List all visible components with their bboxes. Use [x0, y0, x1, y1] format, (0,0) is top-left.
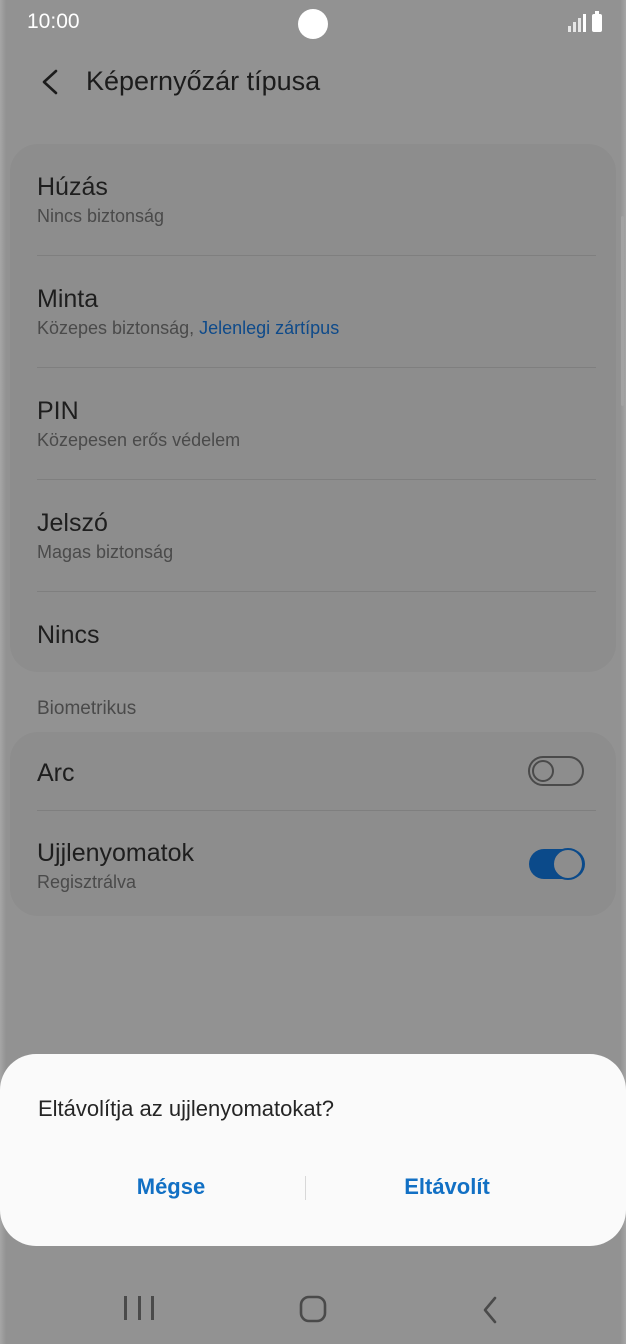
- cancel-button[interactable]: Mégse: [46, 1174, 296, 1200]
- lock-type-subtitle: Közepes biztonság, Jelenlegi zártípus: [37, 316, 616, 340]
- recent-apps-icon[interactable]: [124, 1296, 154, 1324]
- biometrics-list: Arc Ujjlenyomatok Regisztrálva: [10, 732, 616, 916]
- divider: [37, 479, 596, 480]
- dialog-message: Eltávolítja az ujjlenyomatokat?: [38, 1096, 334, 1121]
- status-time: 10:00: [27, 10, 80, 33]
- navigation-bar: [0, 1272, 626, 1344]
- signal-icon: [568, 12, 586, 32]
- battery-icon: [592, 11, 602, 32]
- lock-type-pattern[interactable]: Minta Közepes biztonság, Jelenlegi zártí…: [10, 284, 616, 340]
- divider: [37, 367, 596, 368]
- lock-type-title: PIN: [37, 397, 79, 425]
- section-label-biometrics: Biometrikus: [37, 698, 137, 719]
- lock-type-title: Jelszó: [37, 509, 108, 537]
- face-toggle[interactable]: [528, 756, 584, 786]
- dialog-button-divider: [305, 1176, 306, 1200]
- lock-type-title: Nincs: [37, 621, 100, 649]
- lock-type-pin[interactable]: PIN Közepesen erős védelem: [10, 396, 616, 452]
- divider: [37, 255, 596, 256]
- lock-type-title: Minta: [37, 285, 99, 313]
- lock-type-list: Húzás Nincs biztonság Minta Közepes bizt…: [10, 144, 616, 672]
- toggle-knob: [552, 848, 584, 880]
- lock-type-password[interactable]: Jelszó Magas biztonság: [10, 508, 616, 564]
- page-title: Képernyőzár típusa: [86, 66, 321, 96]
- lock-type-title: Húzás: [37, 173, 108, 201]
- back-button[interactable]: [30, 62, 70, 102]
- biometric-fingerprints[interactable]: Ujjlenyomatok Regisztrálva: [10, 838, 616, 894]
- toggle-knob: [532, 760, 554, 782]
- camera-cutout: [298, 9, 328, 39]
- lock-type-swipe[interactable]: Húzás Nincs biztonság: [10, 172, 616, 228]
- biometric-subtitle: Regisztrálva: [37, 872, 137, 892]
- confirm-dialog: Eltávolítja az ujjlenyomatokat? Mégse El…: [0, 1054, 626, 1246]
- remove-button[interactable]: Eltávolít: [322, 1174, 572, 1200]
- biometric-face[interactable]: Arc: [10, 758, 616, 788]
- fingerprint-toggle[interactable]: [529, 848, 585, 880]
- back-arrow-icon: [42, 69, 58, 95]
- lock-type-subtitle-text: Közepes biztonság,: [37, 318, 200, 338]
- scroll-indicator: [621, 216, 624, 406]
- phone-screen: 10:00 Képernyőzár típusa Húzás Nincs biz…: [0, 0, 626, 1344]
- current-lock-type-label: Jelenlegi zártípus: [199, 318, 340, 338]
- divider: [37, 591, 596, 592]
- divider: [37, 810, 596, 811]
- lock-type-subtitle: Közepesen erős védelem: [37, 430, 241, 450]
- lock-type-subtitle: Magas biztonság: [37, 542, 174, 562]
- home-icon[interactable]: [298, 1294, 328, 1324]
- lock-type-subtitle: Nincs biztonság: [37, 206, 165, 226]
- status-icons: [568, 11, 602, 32]
- lock-type-none[interactable]: Nincs: [10, 620, 616, 650]
- back-icon[interactable]: [470, 1292, 510, 1328]
